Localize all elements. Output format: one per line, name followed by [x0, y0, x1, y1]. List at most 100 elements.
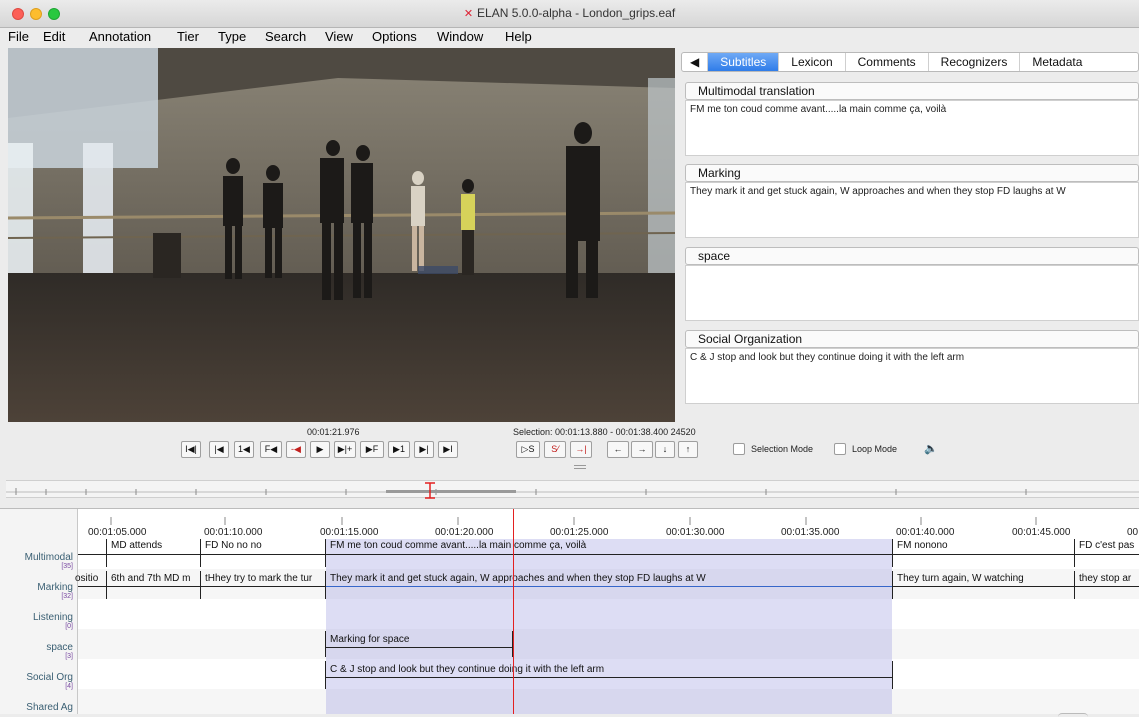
loop-mode-checkbox[interactable]	[834, 443, 846, 455]
next-annotation-button[interactable]: →	[631, 441, 653, 458]
annotation[interactable]: MD attends	[108, 540, 200, 551]
overview-ruler-ticks	[6, 482, 1139, 499]
tier-label-marking[interactable]: Marking	[37, 583, 73, 593]
tab-metadata[interactable]: Metadata	[1019, 53, 1094, 71]
annotation-boundary[interactable]	[106, 571, 107, 599]
annotation-boundary[interactable]	[106, 539, 107, 567]
annotation[interactable]: 6th and 7th MD m	[108, 573, 200, 584]
subtitle-section-marking: Marking They mark it and get stuck again…	[685, 164, 1139, 238]
annotation-boundary[interactable]	[325, 631, 326, 657]
annotation[interactable]: C & J stop and look but they continue do…	[327, 664, 887, 675]
ruler-tick-label: 00:01:25.000	[550, 527, 609, 538]
tab-lexicon[interactable]: Lexicon	[778, 53, 844, 71]
go-to-end-button[interactable]: ▶I	[438, 441, 458, 458]
play-selection-button[interactable]: ▶|+	[334, 441, 356, 458]
go-to-begin-button[interactable]: I◀|	[181, 441, 201, 458]
play-backward-button[interactable]: -◀	[286, 441, 306, 458]
time-ruler-ticks	[110, 517, 1037, 525]
selection-mode-checkbox[interactable]	[733, 443, 745, 455]
window-title: ✕ ELAN 5.0.0-alpha - London_grips.eaf	[0, 6, 1139, 20]
tier-select-dropdown[interactable]: Multimodal translation	[685, 82, 1139, 100]
clear-selection-button[interactable]: S⁄	[544, 441, 566, 458]
annotation-boundary[interactable]	[1074, 539, 1075, 567]
tier-label-space[interactable]: space	[46, 643, 73, 653]
annotation-boundary[interactable]	[200, 539, 201, 567]
timeline-scroll-indicator[interactable]	[1058, 713, 1088, 717]
subtitle-text[interactable]: C & J stop and look but they continue do…	[685, 348, 1139, 404]
annotation-boundary[interactable]	[325, 661, 326, 689]
timeline-viewer[interactable]: Multimodal [35] Marking [32] Listening […	[0, 508, 1139, 714]
tier-select-dropdown[interactable]: Social Organization	[685, 330, 1139, 348]
annotation[interactable]: FM nonono	[894, 540, 1074, 551]
previous-annotation-button[interactable]: ←	[607, 441, 629, 458]
ruler-tick-label: 00:01:45.000	[1012, 527, 1071, 538]
tab-scroll-left-icon[interactable]: ◀	[682, 53, 707, 71]
menu-window[interactable]: Window	[437, 29, 483, 44]
ruler-tick-label: 00:01:15.000	[320, 527, 379, 538]
annotation-boundary[interactable]	[892, 661, 893, 689]
tier-label-multimodal[interactable]: Multimodal	[25, 553, 73, 563]
menu-annotation[interactable]: Annotation	[89, 29, 151, 44]
annotation-line-selected	[326, 586, 892, 587]
ruler-tick-label: 00:01:10.000	[204, 527, 263, 538]
annotation-boundary[interactable]	[892, 571, 893, 599]
media-controls: 00:01:21.976 Selection: 00:01:13.880 - 0…	[0, 422, 1139, 478]
panel-splitter-handle[interactable]	[574, 465, 586, 469]
tier-label-listening[interactable]: Listening	[33, 613, 73, 623]
selection-mode-label: Selection Mode	[751, 444, 814, 454]
annotation-boundary[interactable]	[325, 571, 326, 599]
annotation[interactable]: FM me ton coud comme avant.....la main c…	[327, 540, 887, 551]
speaker-icon[interactable]: 🔈	[924, 442, 938, 455]
annotation-boundary[interactable]	[200, 571, 201, 599]
annotation[interactable]: Marking for space	[327, 634, 511, 645]
media-time-label: 00:01:21.976	[307, 427, 360, 437]
menu-tier[interactable]: Tier	[177, 29, 199, 44]
play-button[interactable]: ▶	[310, 441, 330, 458]
ruler-tick-label: 00:01:35.000	[781, 527, 840, 538]
tab-subtitles[interactable]: Subtitles	[707, 53, 779, 71]
selection-to-crosshair-button[interactable]: →|	[570, 441, 592, 458]
play-selection-start-button[interactable]: ▷S	[516, 441, 540, 458]
annotation-up-button[interactable]: ↑	[678, 441, 698, 458]
step-back-second-button[interactable]: 1◀	[234, 441, 254, 458]
tier-select-dropdown[interactable]: space	[685, 247, 1139, 265]
annotation[interactable]: They mark it and get stuck again, W appr…	[327, 573, 887, 584]
annotation[interactable]: ositio	[75, 573, 105, 584]
ruler-tick-label: 00:01:05.000	[88, 527, 147, 538]
tier-select-dropdown[interactable]: Marking	[685, 164, 1139, 182]
tier-count: [0]	[65, 623, 73, 630]
annotation[interactable]: FD c'est pas	[1076, 540, 1139, 551]
menu-options[interactable]: Options	[372, 29, 417, 44]
tab-comments[interactable]: Comments	[844, 53, 928, 71]
annotation-boundary[interactable]	[1074, 571, 1075, 599]
selection-highlight	[326, 539, 892, 714]
annotation[interactable]: FD No no no	[202, 540, 322, 551]
annotation-boundary[interactable]	[892, 539, 893, 567]
video-viewer[interactable]	[8, 48, 675, 422]
previous-frame-button[interactable]: |◀	[209, 441, 229, 458]
time-crosshair[interactable]	[513, 509, 514, 714]
tier-label-social-org[interactable]: Social Org	[26, 673, 73, 683]
annotation-boundary[interactable]	[325, 539, 326, 567]
subtitle-text[interactable]: FM me ton coud comme avant.....la main c…	[685, 100, 1139, 156]
tier-label-shared-ag[interactable]: Shared Ag	[26, 703, 73, 713]
step-back-frame-button[interactable]: F◀	[260, 441, 282, 458]
step-forward-frame-button[interactable]: ▶F	[360, 441, 384, 458]
next-frame-button[interactable]: ▶|	[414, 441, 434, 458]
annotation-down-button[interactable]: ↓	[655, 441, 675, 458]
time-ruler[interactable]: 00:01:05.000 00:01:10.000 00:01:15.000 0…	[78, 509, 1139, 539]
menu-file[interactable]: File	[8, 29, 29, 44]
subtitle-text[interactable]	[685, 265, 1139, 321]
menu-type[interactable]: Type	[218, 29, 246, 44]
menu-help[interactable]: Help	[505, 29, 532, 44]
annotation[interactable]: They turn again, W watching	[894, 573, 1074, 584]
menu-search[interactable]: Search	[265, 29, 306, 44]
tab-recognizers[interactable]: Recognizers	[927, 53, 1020, 71]
menu-edit[interactable]: Edit	[43, 29, 65, 44]
subtitle-text[interactable]: They mark it and get stuck again, W appr…	[685, 182, 1139, 238]
overview-ruler[interactable]	[6, 480, 1139, 499]
annotation[interactable]: tHhey try to mark the tur	[202, 573, 322, 584]
annotation[interactable]: they stop ar	[1076, 573, 1139, 584]
step-forward-second-button[interactable]: ▶1	[388, 441, 410, 458]
menu-view[interactable]: View	[325, 29, 353, 44]
